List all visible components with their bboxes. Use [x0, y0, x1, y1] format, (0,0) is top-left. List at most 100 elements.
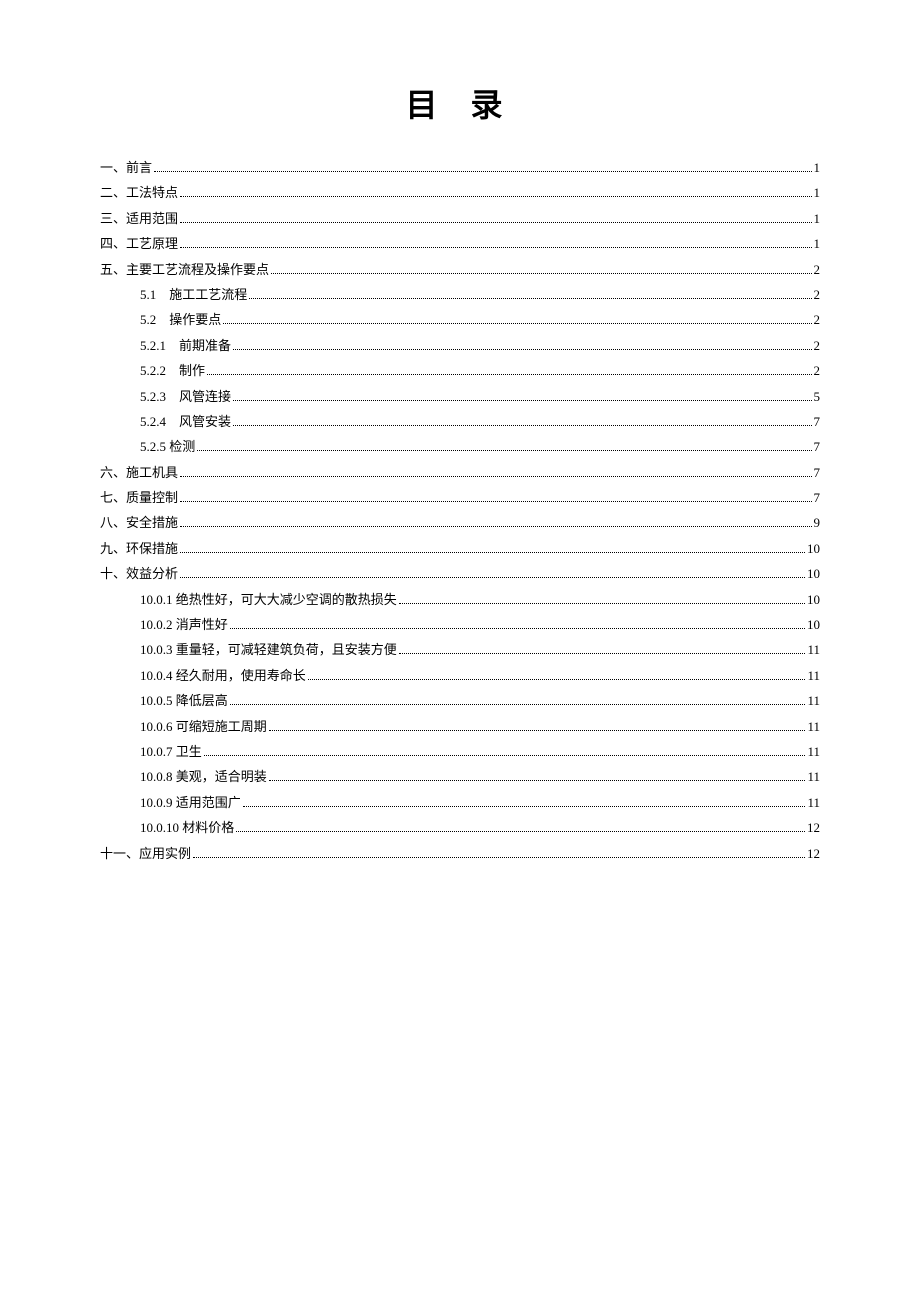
toc-entry-label: 5.1 施工工艺流程	[140, 283, 247, 306]
toc-entry: 三、适用范围 1	[100, 207, 820, 230]
toc-entry: 10.0.3 重量轻，可减轻建筑负荷，且安装方便 11	[100, 638, 820, 661]
toc-leader-dots	[204, 755, 806, 756]
toc-entry-page: 7	[814, 435, 821, 458]
toc-entry-page: 11	[807, 765, 820, 788]
toc-entry: 10.0.6 可缩短施工周期11	[100, 715, 820, 738]
toc-leader-dots	[230, 704, 806, 705]
toc-entry-page: 10	[807, 613, 820, 636]
toc-entry-page: 9	[814, 511, 821, 534]
toc-entry-page: 2	[814, 258, 821, 281]
toc-leader-dots	[233, 400, 811, 401]
toc-entry: 十一、应用实例12	[100, 842, 820, 865]
toc-leader-dots	[193, 857, 805, 858]
toc-entry: 5.2.1 前期准备 2	[100, 334, 820, 357]
toc-entry-label: 10.0.4 经久耐用，使用寿命长	[140, 664, 306, 687]
toc-entry-label: 三、适用范围	[100, 207, 178, 230]
toc-leader-dots	[399, 603, 805, 604]
toc-leader-dots	[249, 298, 811, 299]
toc-entry-label: 5.2 操作要点	[140, 308, 221, 331]
toc-entry-label: 二、工法特点	[100, 181, 178, 204]
toc-entry: 九、环保措施 10	[100, 537, 820, 560]
toc-entry-label: 10.0.6 可缩短施工周期	[140, 715, 267, 738]
toc-entry: 六、施工机具7	[100, 461, 820, 484]
toc-leader-dots	[399, 653, 806, 654]
toc-leader-dots	[207, 374, 811, 375]
toc-entry-page: 10	[807, 588, 820, 611]
toc-entry-label: 五、主要工艺流程及操作要点	[100, 258, 269, 281]
toc-entry-page: 2	[814, 359, 821, 382]
toc-entry-label: 10.0.3 重量轻，可减轻建筑负荷，且安装方便	[140, 638, 397, 661]
toc-entry: 10.0.7 卫生11	[100, 740, 820, 763]
toc-leader-dots	[308, 679, 806, 680]
toc-entry: 10.0.9 适用范围广 11	[100, 791, 820, 814]
toc-leader-dots	[243, 806, 806, 807]
toc-leader-dots	[271, 273, 811, 274]
toc-entry: 四、工艺原理1	[100, 232, 820, 255]
toc-entry: 5.2.4 风管安装7	[100, 410, 820, 433]
toc-entry-page: 11	[807, 791, 820, 814]
toc-entry: 5.2.2 制作 2	[100, 359, 820, 382]
toc-leader-dots	[269, 780, 806, 781]
page-title: 目 录	[100, 80, 820, 126]
toc-leader-dots	[236, 831, 805, 832]
toc-entry-label: 5.2.3 风管连接	[140, 385, 231, 408]
toc-entry-label: 10.0.9 适用范围广	[140, 791, 241, 814]
toc-entry: 10.0.8 美观，适合明装 11	[100, 765, 820, 788]
toc-entry-page: 10	[807, 537, 820, 560]
toc-entry: 10.0.10 材料价格12	[100, 816, 820, 839]
toc-leader-dots	[233, 425, 811, 426]
toc-entry-page: 2	[814, 308, 821, 331]
toc-leader-dots	[180, 476, 811, 477]
toc-entry: 七、质量控制7	[100, 486, 820, 509]
toc-leader-dots	[180, 247, 811, 248]
toc-entry-label: 5.2.2 制作	[140, 359, 205, 382]
toc-entry: 5.2.3 风管连接 5	[100, 385, 820, 408]
table-of-contents: 一、前言1二、工法特点1三、适用范围1四、工艺原理1五、主要工艺流程及操作要点2…	[100, 156, 820, 865]
toc-entry: 一、前言 1	[100, 156, 820, 179]
toc-entry-page: 11	[807, 664, 820, 687]
toc-leader-dots	[180, 552, 805, 553]
toc-entry: 5.2.5 检测7	[100, 435, 820, 458]
toc-entry-label: 四、工艺原理	[100, 232, 178, 255]
toc-entry-label: 5.2.1 前期准备	[140, 334, 231, 357]
toc-leader-dots	[269, 730, 806, 731]
toc-entry: 10.0.2 消声性好 10	[100, 613, 820, 636]
toc-entry: 八、安全措施 9	[100, 511, 820, 534]
toc-entry-label: 十、效益分析	[100, 562, 178, 585]
toc-entry: 5.1 施工工艺流程 2	[100, 283, 820, 306]
toc-leader-dots	[223, 323, 811, 324]
toc-leader-dots	[180, 526, 811, 527]
toc-entry-page: 1	[814, 207, 821, 230]
toc-entry-page: 7	[814, 410, 821, 433]
toc-entry-page: 11	[807, 638, 820, 661]
toc-entry-label: 10.0.2 消声性好	[140, 613, 228, 636]
toc-entry-label: 六、施工机具	[100, 461, 178, 484]
toc-entry: 二、工法特点 1	[100, 181, 820, 204]
toc-entry-page: 2	[814, 283, 821, 306]
toc-entry-page: 11	[807, 740, 820, 763]
toc-entry-page: 1	[814, 156, 821, 179]
toc-leader-dots	[197, 450, 811, 451]
toc-entry: 5.2 操作要点 2	[100, 308, 820, 331]
toc-entry-label: 一、前言	[100, 156, 152, 179]
toc-entry-label: 八、安全措施	[100, 511, 178, 534]
toc-leader-dots	[180, 222, 811, 223]
toc-leader-dots	[230, 628, 805, 629]
toc-leader-dots	[180, 196, 811, 197]
toc-entry-page: 7	[814, 486, 821, 509]
toc-entry-page: 5	[814, 385, 821, 408]
toc-entry-page: 2	[814, 334, 821, 357]
toc-entry-label: 10.0.1 绝热性好，可大大减少空调的散热损失	[140, 588, 397, 611]
toc-entry-label: 10.0.5 降低层高	[140, 689, 228, 712]
toc-entry-label: 10.0.8 美观，适合明装	[140, 765, 267, 788]
toc-entry: 10.0.4 经久耐用，使用寿命长 11	[100, 664, 820, 687]
toc-entry-page: 1	[814, 181, 821, 204]
toc-entry-page: 11	[807, 689, 820, 712]
toc-leader-dots	[180, 577, 805, 578]
toc-entry: 10.0.5 降低层高 11	[100, 689, 820, 712]
toc-entry: 10.0.1 绝热性好，可大大减少空调的散热损失 10	[100, 588, 820, 611]
toc-leader-dots	[180, 501, 811, 502]
toc-entry-label: 九、环保措施	[100, 537, 178, 560]
toc-entry-label: 十一、应用实例	[100, 842, 191, 865]
toc-entry-page: 10	[807, 562, 820, 585]
